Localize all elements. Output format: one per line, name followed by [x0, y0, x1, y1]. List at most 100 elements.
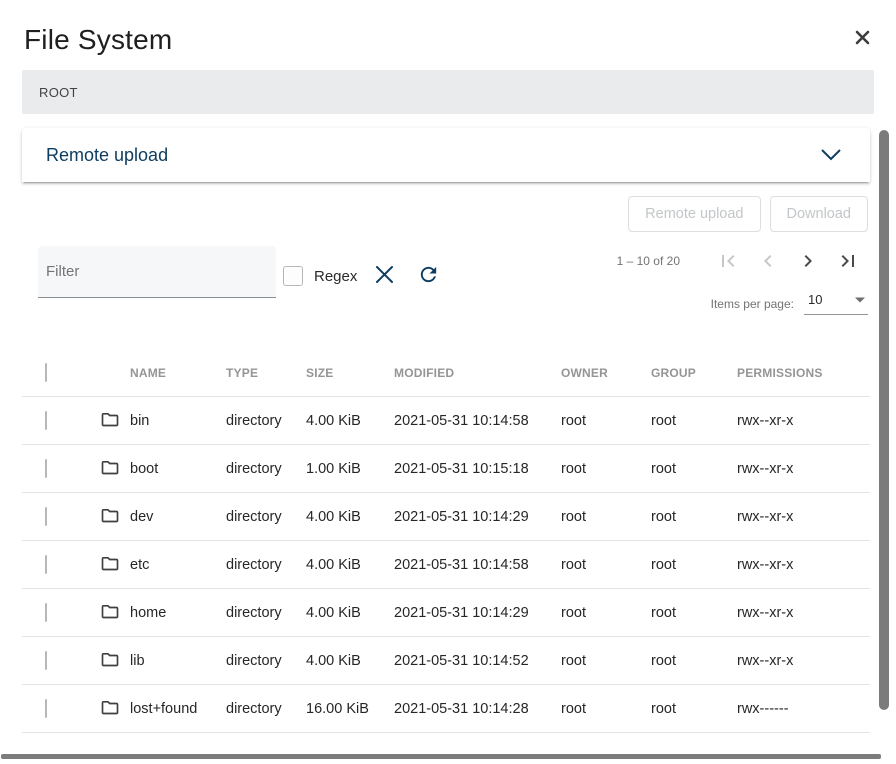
file-permissions: rwx--xr-x: [715, 509, 870, 525]
file-group: root: [629, 653, 715, 669]
dropdown-arrow-icon: [854, 296, 866, 304]
items-per-page-label: Items per page:: [711, 297, 794, 311]
clear-icon: [374, 264, 395, 285]
file-owner: root: [539, 701, 629, 717]
first-page-button[interactable]: [708, 249, 748, 273]
row-checkbox[interactable]: [45, 411, 47, 430]
select-all-checkbox[interactable]: [45, 363, 47, 382]
file-permissions: rwx------: [715, 701, 870, 717]
remote-upload-button[interactable]: Remote upload: [628, 196, 760, 232]
file-size: 4.00 KiB: [284, 605, 372, 621]
folder-icon: [100, 652, 120, 669]
file-size: 4.00 KiB: [284, 413, 372, 429]
file-group: root: [629, 413, 715, 429]
download-button[interactable]: Download: [770, 196, 869, 232]
page-title: File System: [24, 24, 172, 56]
items-per-page-select[interactable]: 10: [804, 292, 868, 315]
folder-icon: [100, 700, 120, 717]
table-row[interactable]: lost+found directory 16.00 KiB 2021-05-3…: [22, 685, 870, 733]
table-row[interactable]: etc directory 4.00 KiB 2021-05-31 10:14:…: [22, 541, 870, 589]
chevron-left-icon: [748, 249, 788, 273]
file-permissions: rwx--xr-x: [715, 413, 870, 429]
table-row[interactable]: home directory 4.00 KiB 2021-05-31 10:14…: [22, 589, 870, 637]
file-size: 4.00 KiB: [284, 557, 372, 573]
file-name: bin: [130, 413, 149, 429]
regex-option: Regex: [283, 266, 357, 286]
header-permissions: PERMISSIONS: [715, 366, 870, 380]
previous-page-button[interactable]: [748, 249, 788, 273]
file-group: root: [629, 509, 715, 525]
file-name: boot: [130, 461, 158, 477]
filter-field: [38, 246, 276, 298]
header-group: GROUP: [629, 366, 715, 380]
table-row[interactable]: dev directory 4.00 KiB 2021-05-31 10:14:…: [22, 493, 870, 541]
regex-checkbox[interactable]: [283, 266, 303, 286]
header-owner: OWNER: [539, 366, 629, 380]
file-type: directory: [204, 701, 284, 717]
file-modified: 2021-05-31 10:14:29: [372, 509, 539, 525]
file-group: root: [629, 605, 715, 621]
filter-input[interactable]: [38, 263, 276, 280]
file-group: root: [629, 461, 715, 477]
row-checkbox[interactable]: [45, 651, 47, 670]
last-page-icon: [828, 249, 868, 273]
file-type: directory: [204, 653, 284, 669]
dialog-header: File System: [0, 0, 896, 56]
folder-icon: [100, 556, 120, 573]
file-owner: root: [539, 509, 629, 525]
next-page-button[interactable]: [788, 249, 828, 273]
chevron-down-icon: [818, 147, 844, 163]
header-size: SIZE: [284, 366, 372, 380]
file-name: lost+found: [130, 701, 197, 717]
refresh-button[interactable]: [415, 261, 442, 288]
header-type: TYPE: [204, 366, 284, 380]
last-page-button[interactable]: [828, 249, 868, 273]
folder-icon: [100, 412, 120, 429]
file-owner: root: [539, 461, 629, 477]
breadcrumb[interactable]: ROOT: [22, 70, 874, 114]
close-button[interactable]: [851, 26, 874, 49]
file-owner: root: [539, 413, 629, 429]
file-type: directory: [204, 461, 284, 477]
first-page-icon: [708, 249, 748, 273]
remote-upload-panel-title: Remote upload: [46, 145, 168, 166]
table-row[interactable]: boot directory 1.00 KiB 2021-05-31 10:15…: [22, 445, 870, 493]
action-button-row: Remote upload Download: [22, 196, 868, 232]
vertical-scrollbar[interactable]: [879, 130, 889, 710]
file-modified: 2021-05-31 10:14:58: [372, 413, 539, 429]
row-checkbox[interactable]: [45, 699, 47, 718]
remote-upload-panel-header[interactable]: Remote upload: [22, 128, 870, 182]
table-header-row: NAME TYPE SIZE MODIFIED OWNER GROUP PERM…: [22, 349, 870, 397]
filter-toolbar: Regex 1 – 10 of 20: [38, 246, 868, 315]
header-modified: MODIFIED: [372, 366, 539, 380]
table-row[interactable]: bin directory 4.00 KiB 2021-05-31 10:14:…: [22, 397, 870, 445]
filter-group: Regex: [38, 246, 442, 298]
file-size: 16.00 KiB: [284, 701, 372, 717]
row-checkbox[interactable]: [45, 603, 47, 622]
close-icon: [855, 30, 870, 45]
row-checkbox[interactable]: [45, 459, 47, 478]
table-body: bin directory 4.00 KiB 2021-05-31 10:14:…: [22, 397, 870, 733]
folder-icon: [100, 460, 120, 477]
file-type: directory: [204, 413, 284, 429]
file-group: root: [629, 701, 715, 717]
file-size: 4.00 KiB: [284, 509, 372, 525]
row-checkbox[interactable]: [45, 555, 47, 574]
table-row[interactable]: lib directory 4.00 KiB 2021-05-31 10:14:…: [22, 637, 870, 685]
row-checkbox[interactable]: [45, 507, 47, 526]
folder-icon: [100, 508, 120, 525]
file-permissions: rwx--xr-x: [715, 557, 870, 573]
file-modified: 2021-05-31 10:15:18: [372, 461, 539, 477]
items-per-page: Items per page: 10: [711, 292, 868, 315]
file-name: home: [130, 605, 166, 621]
file-permissions: rwx--xr-x: [715, 461, 870, 477]
paginator-controls: 1 – 10 of 20: [617, 249, 868, 273]
file-modified: 2021-05-31 10:14:58: [372, 557, 539, 573]
file-type: directory: [204, 605, 284, 621]
file-name: lib: [130, 653, 145, 669]
horizontal-scrollbar[interactable]: [1, 754, 881, 759]
clear-filter-button[interactable]: [372, 262, 397, 287]
file-owner: root: [539, 605, 629, 621]
file-type: directory: [204, 557, 284, 573]
file-size: 1.00 KiB: [284, 461, 372, 477]
